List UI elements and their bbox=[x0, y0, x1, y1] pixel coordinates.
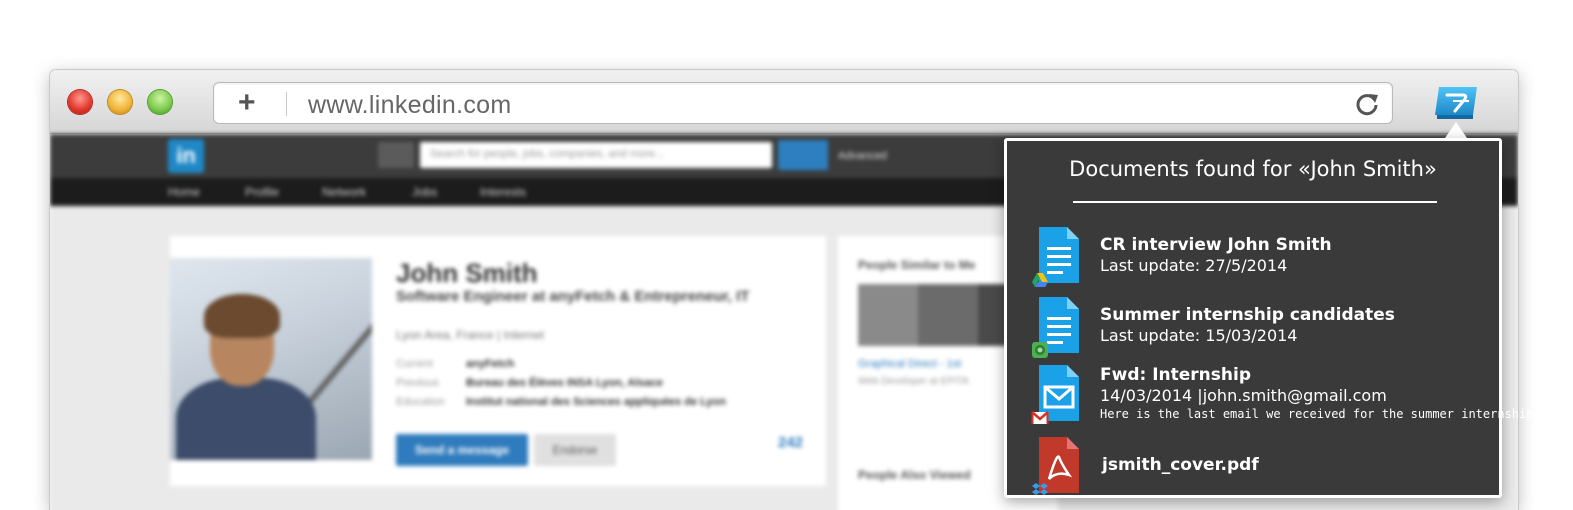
send-message-button[interactable]: Send a message bbox=[396, 434, 528, 466]
document-item[interactable]: Fwd: Internship 14/03/2014 |john.smith@g… bbox=[1007, 363, 1555, 427]
profile-card: John Smith Software Engineer at anyFetch… bbox=[170, 236, 826, 486]
document-title[interactable]: Summer internship candidates bbox=[1100, 305, 1395, 325]
zoom-window-button[interactable] bbox=[148, 90, 172, 114]
popover-caret bbox=[1445, 122, 1467, 138]
linkedin-logo[interactable]: in bbox=[168, 139, 204, 173]
linkedin-search-button[interactable] bbox=[778, 140, 828, 170]
nav-network[interactable]: Network bbox=[322, 185, 366, 199]
sidebar-title: People Similar to Me bbox=[858, 258, 976, 272]
profile-headline: Software Engineer at anyFetch & Entrepre… bbox=[396, 288, 750, 305]
document-snippet: Here is the last email we received for t… bbox=[1100, 407, 1556, 421]
linkedin-search-input[interactable]: Search for people, jobs, companies, and … bbox=[420, 142, 772, 168]
gmail-icon bbox=[1031, 411, 1049, 424]
documents-popover: Documents found for «John Smith» CR inte… bbox=[1004, 138, 1555, 499]
profile-row-previous: Previous Bureau des Élèves INSA Lyon, Als… bbox=[396, 377, 663, 389]
nav-profile[interactable]: Profile bbox=[245, 185, 279, 199]
google-drive-icon bbox=[1032, 273, 1048, 287]
document-title[interactable]: jsmith_cover.pdf bbox=[1102, 455, 1259, 475]
new-tab-button[interactable]: + bbox=[238, 88, 256, 118]
reload-icon[interactable] bbox=[1354, 91, 1380, 117]
nav-home[interactable]: Home bbox=[168, 185, 200, 199]
similar-person-name[interactable]: Graphical Direct - 1st bbox=[858, 358, 961, 370]
url-text[interactable]: www.linkedin.com bbox=[308, 91, 511, 120]
document-title[interactable]: Fwd: Internship bbox=[1100, 365, 1251, 385]
nav-interests[interactable]: Interests bbox=[480, 185, 526, 199]
profile-name: John Smith bbox=[396, 258, 538, 288]
document-item[interactable]: CR interview John Smith Last update: 27/… bbox=[1007, 225, 1499, 289]
profile-location: Lyon Area, France | Internet bbox=[396, 328, 545, 342]
profile-row-current: Current anyFetch bbox=[396, 358, 515, 370]
popover-divider bbox=[1073, 201, 1437, 203]
connections-count[interactable]: 242 bbox=[778, 434, 803, 451]
popover-title: Documents found for «John Smith» bbox=[1069, 157, 1437, 181]
close-window-button[interactable] bbox=[68, 90, 92, 114]
document-meta: Last update: 15/03/2014 bbox=[1100, 326, 1298, 345]
address-divider bbox=[286, 92, 287, 116]
document-item[interactable]: Summer internship candidates Last update… bbox=[1007, 295, 1499, 359]
sidebar-title-also-viewed: People Also Viewed bbox=[858, 468, 971, 482]
profile-photo bbox=[170, 258, 372, 460]
dropbox-icon bbox=[1032, 483, 1048, 495]
profile-row-education: Education Institut national des Sciences … bbox=[396, 396, 726, 408]
document-title[interactable]: CR interview John Smith bbox=[1100, 235, 1332, 255]
document-meta: Last update: 27/5/2014 bbox=[1100, 256, 1288, 275]
minimize-window-button[interactable] bbox=[108, 90, 132, 114]
browser-toolbar: + www.linkedin.com bbox=[50, 70, 1518, 134]
evernote-icon bbox=[1032, 342, 1048, 358]
search-category-button[interactable] bbox=[378, 142, 414, 168]
document-meta: 14/03/2014 |john.smith@gmail.com bbox=[1100, 386, 1387, 405]
address-bar[interactable]: + www.linkedin.com bbox=[213, 82, 1393, 124]
endorse-button[interactable]: Endorse bbox=[534, 434, 616, 466]
document-item[interactable]: jsmith_cover.pdf bbox=[1007, 435, 1499, 499]
advanced-search-link[interactable]: Advanced bbox=[838, 150, 887, 162]
nav-jobs[interactable]: Jobs bbox=[412, 185, 437, 199]
similar-person-title: Web Developer at EPITA bbox=[858, 376, 969, 387]
document-finder-extension-icon[interactable] bbox=[1433, 83, 1481, 123]
